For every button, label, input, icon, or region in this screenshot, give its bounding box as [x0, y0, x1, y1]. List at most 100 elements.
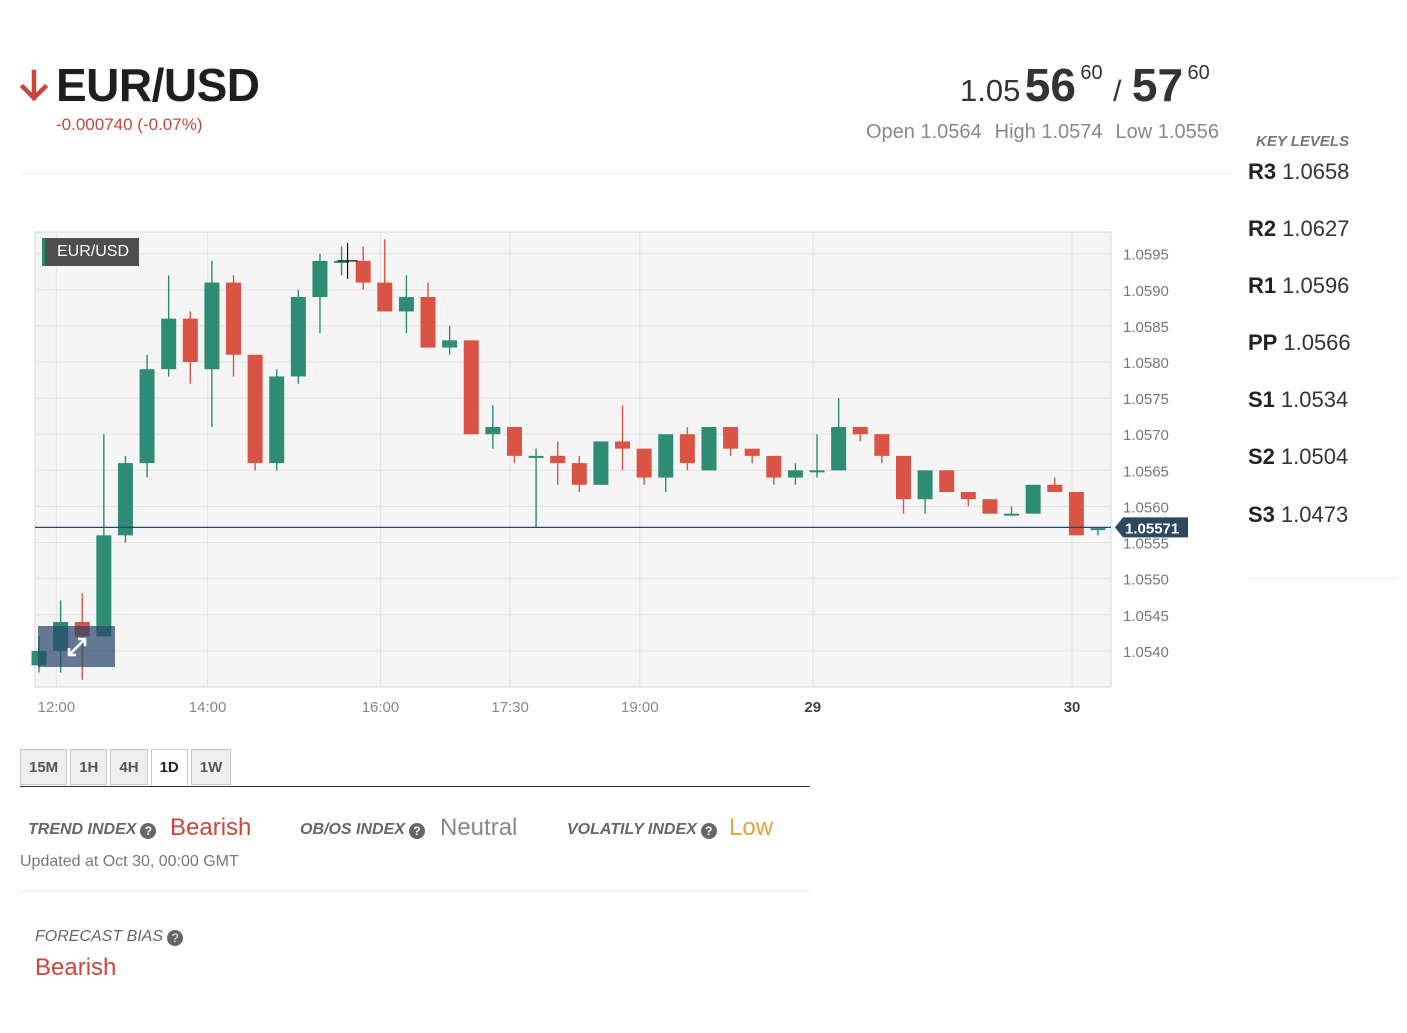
- key-level-pp: PP 1.0566: [1248, 330, 1351, 356]
- candle-down: [874, 434, 890, 456]
- candle-down: [982, 499, 998, 514]
- candle-up: [442, 340, 458, 348]
- forecast-bias-value: Bearish: [35, 954, 117, 981]
- y-tick-label: 1.0560: [1123, 499, 1169, 516]
- candle-up: [290, 297, 306, 377]
- ohl-summary: Open 1.0564 High 1.0574 Low 1.0556: [866, 121, 1219, 144]
- candle-up: [593, 441, 609, 485]
- candle-down: [636, 448, 652, 478]
- x-tick-label: 29: [804, 699, 821, 716]
- candle-down: [355, 260, 371, 283]
- x-tick-label: 30: [1064, 699, 1081, 716]
- candle-up: [809, 470, 825, 473]
- candle-down: [766, 455, 782, 478]
- candle-up: [917, 470, 933, 500]
- y-tick-label: 1.0585: [1123, 319, 1169, 336]
- tab-1h[interactable]: 1H: [70, 749, 108, 785]
- key-levels-title: KEY LEVELS: [1256, 133, 1350, 150]
- obos-index-text: OB/OS INDEX: [300, 821, 405, 838]
- key-level-name: R3: [1248, 159, 1277, 184]
- candle-up: [701, 427, 717, 471]
- key-level-name: S1: [1248, 387, 1275, 412]
- key-level-value: 1.0658: [1282, 159, 1350, 184]
- x-tick-label: 12:00: [38, 699, 76, 716]
- candle-down: [226, 282, 242, 355]
- section-divider: [20, 891, 810, 892]
- y-tick-label: 1.0580: [1123, 355, 1169, 372]
- tab-4h[interactable]: 4H: [110, 749, 148, 785]
- candle-up: [96, 535, 112, 637]
- candle-down: [377, 282, 393, 312]
- candle-down: [550, 455, 566, 464]
- price-change: -0.000740 (-0.07%): [56, 115, 203, 134]
- candle-up: [312, 260, 328, 297]
- tab-1w[interactable]: 1W: [190, 749, 232, 785]
- y-tick-label: 1.0595: [1123, 247, 1169, 264]
- key-level-name: R2: [1248, 216, 1277, 241]
- x-tick-label: 14:00: [189, 699, 227, 716]
- tab-1d[interactable]: 1D: [150, 749, 188, 787]
- y-tick-label: 1.0565: [1123, 463, 1169, 480]
- key-level-value: 1.0473: [1280, 502, 1349, 527]
- key-level-r2: R2 1.0627: [1248, 216, 1349, 242]
- expand-icon: [67, 637, 86, 656]
- ask-pips: 57: [1131, 59, 1184, 111]
- obos-index-label: OB/OS INDEX?: [300, 821, 425, 839]
- pair-title: EUR/USD: [56, 59, 260, 111]
- candle-up: [787, 470, 803, 478]
- y-tick-label: 1.0545: [1123, 608, 1169, 625]
- key-level-r3: R3 1.0658: [1248, 159, 1349, 185]
- candle-up: [204, 282, 220, 370]
- candle-down: [679, 434, 695, 464]
- candle-up: [528, 455, 544, 458]
- y-tick-label: 1.0570: [1123, 427, 1169, 444]
- help-icon[interactable]: ?: [700, 823, 717, 839]
- key-level-s3: S3 1.0473: [1248, 502, 1348, 528]
- tabs-underline: [20, 786, 810, 787]
- candle-down: [852, 427, 868, 435]
- candle-up: [161, 318, 177, 370]
- key-level-value: 1.0566: [1283, 330, 1351, 355]
- volatility-index-value: Low: [729, 814, 774, 841]
- help-icon[interactable]: ?: [140, 823, 157, 839]
- key-level-name: S2: [1248, 444, 1275, 469]
- x-tick-label: 17:30: [491, 699, 529, 716]
- volatility-index-label: VOLATILY INDEX?: [567, 821, 717, 839]
- key-level-name: S3: [1248, 502, 1275, 527]
- candle-down: [939, 470, 955, 492]
- bid-fraction: 60: [1080, 62, 1103, 84]
- forecast-bias-label: FORECAST BIAS?: [35, 928, 184, 946]
- candle-down: [571, 463, 587, 485]
- candle-up: [831, 427, 847, 471]
- x-tick-label: 16:00: [362, 699, 400, 716]
- y-tick-label: 1.0575: [1123, 391, 1169, 408]
- help-icon[interactable]: ?: [408, 823, 425, 839]
- key-level-name: PP: [1248, 330, 1278, 355]
- candle-down: [895, 455, 911, 500]
- key-level-name: R1: [1248, 273, 1277, 298]
- volatility-index-text: VOLATILY INDEX: [567, 821, 697, 838]
- high-value: High 1.0574: [994, 121, 1103, 143]
- quote-separator: /: [1113, 75, 1122, 108]
- help-icon[interactable]: ?: [167, 930, 184, 946]
- bid-prefix: 1.05: [960, 73, 1021, 108]
- tab-15m[interactable]: 15M: [20, 749, 68, 785]
- trend-index-label: TREND INDEX?: [28, 821, 157, 839]
- y-tick-label: 1.0555: [1123, 536, 1169, 553]
- candle-down: [1068, 492, 1084, 536]
- candle-down: [420, 297, 436, 348]
- candlestick-chart[interactable]: 1.0595 1.0590 1.0585 1.0580 1.0575 1.0570 1.05…: [0, 220, 1240, 730]
- key-level-value: 1.0534: [1280, 387, 1349, 412]
- key-level-value: 1.0596: [1282, 273, 1350, 298]
- key-level-value: 1.0504: [1280, 444, 1349, 469]
- key-level-s1: S1 1.0534: [1248, 387, 1348, 413]
- updated-timestamp: Updated at Oct 30, 00:00 GMT: [20, 853, 239, 870]
- arrow-down-icon: [19, 69, 49, 102]
- timeframe-tabs: 15M 1H 4H 1D 1W: [20, 749, 234, 787]
- candle-down: [506, 427, 522, 456]
- candle-down: [615, 441, 631, 449]
- y-tick-label: 1.0540: [1123, 644, 1169, 661]
- candle-up: [1025, 484, 1041, 514]
- candle-down: [182, 318, 198, 362]
- expand-chart-button[interactable]: [38, 626, 115, 667]
